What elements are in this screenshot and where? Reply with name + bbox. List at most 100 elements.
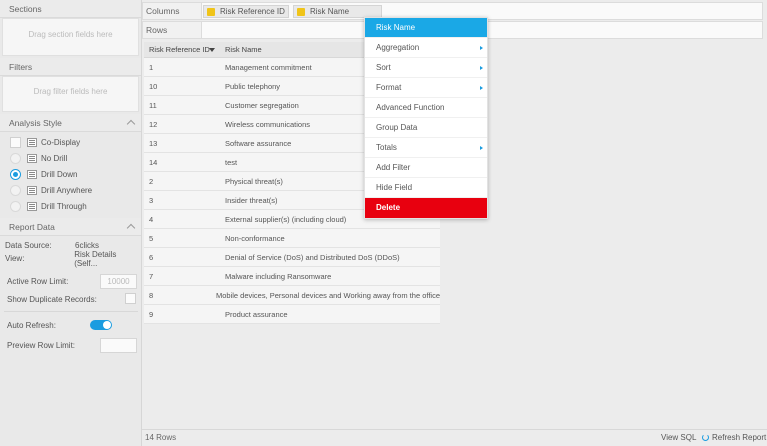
cell-id: 14 <box>149 157 158 167</box>
drill-anywhere-radio[interactable] <box>10 184 21 196</box>
auto-refresh-label: Auto Refresh: <box>7 320 56 330</box>
menu-item-sort[interactable]: Sort <box>365 58 487 78</box>
menu-item-format[interactable]: Format <box>365 78 487 98</box>
cell-id: 8 <box>149 290 154 300</box>
collapse-chevron-icon[interactable] <box>126 223 136 233</box>
no-drill-option[interactable]: No Drill <box>0 150 141 166</box>
preview-row-limit-input[interactable] <box>100 337 137 353</box>
table-row: 7 Malware including Ransomware <box>144 267 440 286</box>
menu-item-label: Format <box>376 83 402 92</box>
cell-id: 11 <box>149 100 157 110</box>
menu-item-totals[interactable]: Totals <box>365 138 487 158</box>
view-row: View: Risk Details (Self... <box>0 250 141 268</box>
header-risk-reference-id[interactable]: Risk Reference ID <box>144 45 219 54</box>
menu-item-label: Add Filter <box>376 163 411 172</box>
menu-item-label: Group Data <box>376 123 418 132</box>
sort-caret-icon[interactable] <box>209 48 215 52</box>
field-context-menu: Risk Name Aggregation Sort Format Advanc… <box>364 17 488 219</box>
drill-through-radio[interactable] <box>10 200 21 212</box>
show-duplicates-row: Show Duplicate Records: <box>0 291 142 307</box>
menu-item-hide-field[interactable]: Hide Field <box>365 178 487 198</box>
cell-name: Non-conformance <box>225 233 285 243</box>
cell-id: 13 <box>149 138 158 148</box>
table-row: 9 Product assurance <box>144 305 440 324</box>
header-label: Risk Name <box>225 45 262 54</box>
menu-item-delete[interactable]: Delete <box>365 198 487 218</box>
submenu-arrow-icon <box>480 66 483 70</box>
submenu-arrow-icon <box>480 46 483 50</box>
show-duplicates-checkbox[interactable] <box>125 293 136 304</box>
analysis-style-title: Analysis Style <box>9 118 62 128</box>
collapse-chevron-icon[interactable] <box>126 119 136 129</box>
co-display-label: Co-Display <box>41 137 81 147</box>
cell-id: 1 <box>149 62 154 72</box>
field-type-icon <box>297 8 305 16</box>
menu-item-label: Hide Field <box>376 183 413 192</box>
column-chip-label: Risk Name <box>310 7 350 16</box>
table-row: 6 Denial of Service (DoS) and Distributed… <box>144 248 440 267</box>
menu-item-label: Totals <box>376 143 397 152</box>
report-data-header[interactable]: Report Data <box>0 218 141 236</box>
sections-header: Sections <box>0 0 141 18</box>
view-sql-link[interactable]: View SQL <box>661 430 696 446</box>
cell-name: Mobile devices, Personal devices and Wor… <box>215 290 440 300</box>
column-chip-label: Risk Reference ID <box>220 7 285 16</box>
no-drill-label: No Drill <box>41 153 68 163</box>
refresh-report-button[interactable]: Refresh Report <box>702 430 766 446</box>
report-data-title: Report Data <box>9 222 55 232</box>
drill-anywhere-label: Drill Anywhere <box>41 185 93 195</box>
cell-id: 9 <box>149 309 154 319</box>
view-label: View: <box>5 254 25 263</box>
columns-label: Columns <box>146 6 180 16</box>
menu-title: Risk Name <box>365 18 487 38</box>
drill-down-option[interactable]: Drill Down <box>0 166 141 182</box>
status-bar: 14 Rows View SQL Refresh Report <box>142 429 767 446</box>
menu-item-add-filter[interactable]: Add Filter <box>365 158 487 178</box>
cell-id: 10 <box>149 81 158 91</box>
menu-item-group-data[interactable]: Group Data <box>365 118 487 138</box>
refresh-report-label: Refresh Report <box>712 433 767 442</box>
active-row-limit-label: Active Row Limit: <box>7 276 69 286</box>
filters-drop-zone[interactable]: Drag filter fields here <box>2 76 139 112</box>
menu-item-aggregation[interactable]: Aggregation <box>365 38 487 58</box>
submenu-arrow-icon <box>480 86 483 90</box>
column-chip-risk-reference-id[interactable]: Risk Reference ID <box>203 5 289 18</box>
cell-id: 4 <box>149 214 154 224</box>
field-type-icon <box>207 8 215 16</box>
cell-id: 5 <box>149 233 154 243</box>
left-panel: Sections Drag section fields here Filter… <box>0 0 142 446</box>
cell-id: 12 <box>149 119 158 129</box>
drill-through-icon <box>27 201 37 211</box>
drill-down-label: Drill Down <box>41 169 78 179</box>
drill-anywhere-option[interactable]: Drill Anywhere <box>0 182 141 198</box>
analysis-style-header[interactable]: Analysis Style <box>0 114 141 132</box>
table-row: 8 Mobile devices, Personal devices and Wo… <box>144 286 440 305</box>
filters-header: Filters <box>0 58 141 76</box>
submenu-arrow-icon <box>480 146 483 150</box>
preview-row-limit-label: Preview Row Limit: <box>7 340 76 350</box>
drill-through-label: Drill Through <box>41 201 87 211</box>
no-drill-icon <box>27 153 37 163</box>
auto-refresh-toggle[interactable] <box>90 320 112 330</box>
menu-item-advanced-function[interactable]: Advanced Function <box>365 98 487 118</box>
filters-placeholder: Drag filter fields here <box>33 87 108 96</box>
active-row-limit-input[interactable]: 10000 <box>100 273 137 289</box>
co-display-checkbox[interactable] <box>10 136 21 148</box>
co-display-option[interactable]: Co-Display <box>0 134 141 150</box>
divider <box>4 311 138 312</box>
no-drill-radio[interactable] <box>10 152 21 164</box>
auto-refresh-row: Auto Refresh: <box>0 318 142 332</box>
data-source-label: Data Source: <box>5 241 52 250</box>
header-label: Risk Reference ID <box>149 45 210 54</box>
sections-drop-zone[interactable]: Drag section fields here <box>2 18 139 56</box>
drill-anywhere-icon <box>27 185 37 195</box>
sections-placeholder: Drag section fields here <box>28 30 113 39</box>
menu-item-label: Advanced Function <box>376 103 445 112</box>
drill-down-radio[interactable] <box>10 168 21 180</box>
drill-through-option[interactable]: Drill Through <box>0 198 141 214</box>
cell-id: 6 <box>149 252 154 262</box>
row-count: 14 Rows <box>145 433 177 442</box>
active-row-limit-row: Active Row Limit: 10000 <box>0 273 142 289</box>
cell-name: Malware including Ransomware <box>225 271 332 281</box>
cell-name: Denial of Service (DoS) and Distributed … <box>225 252 400 262</box>
